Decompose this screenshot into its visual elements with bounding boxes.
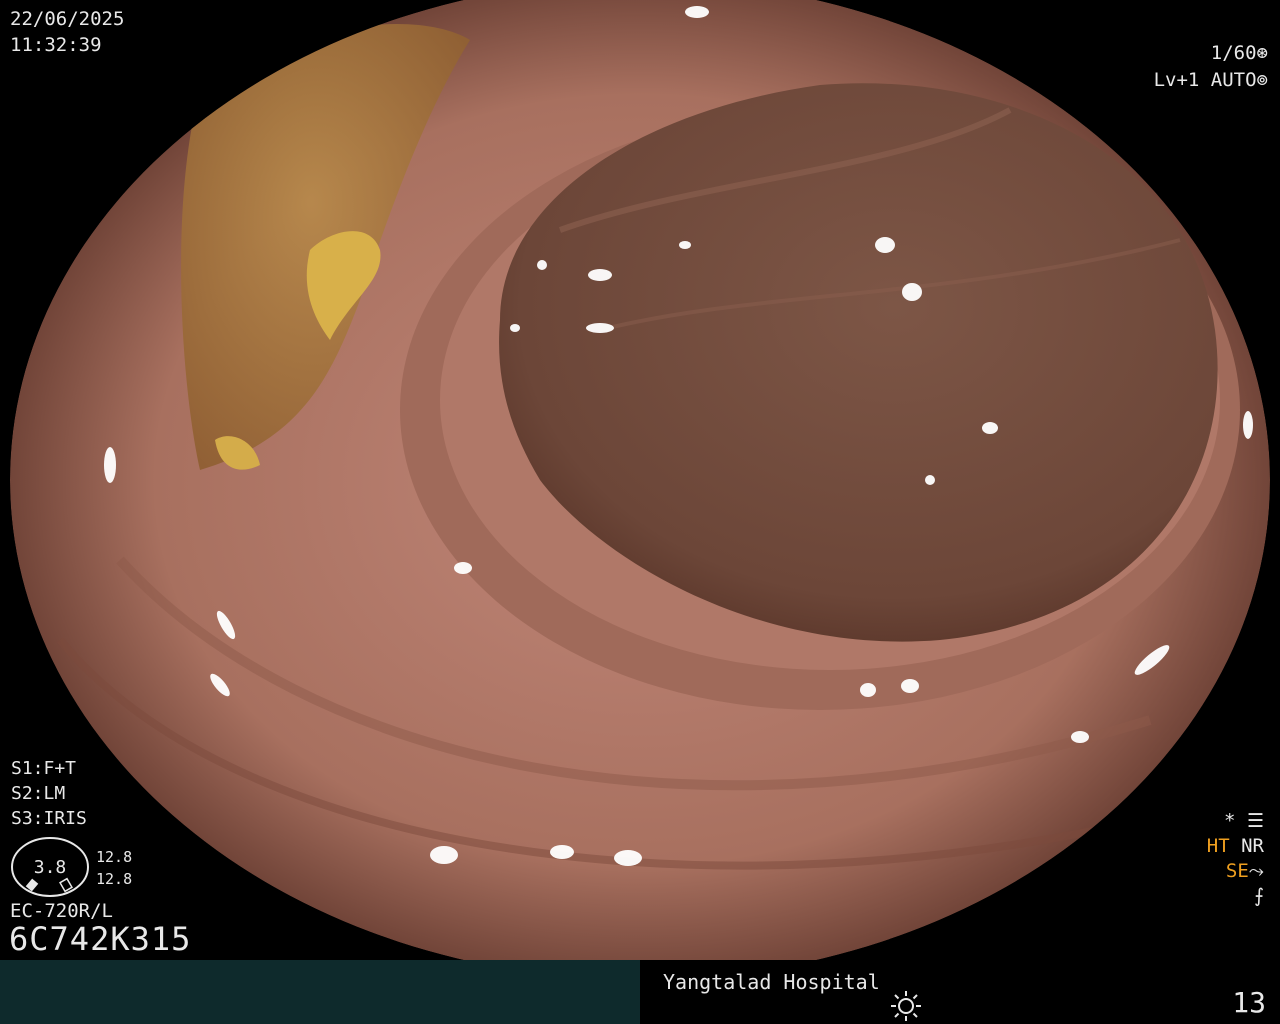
image-counter: 13 bbox=[1232, 986, 1266, 1019]
date-label: 22/06/2025 bbox=[10, 8, 125, 30]
level-label: Lv+1 AUTO⊚ bbox=[1154, 69, 1268, 91]
endoscopy-image bbox=[0, 0, 1280, 960]
footer-left-panel bbox=[0, 960, 640, 1024]
se-indicator: SE⤳ bbox=[1226, 860, 1264, 882]
gauge-top-value: 12.8 bbox=[96, 848, 133, 866]
freeze-icon: ⨍ bbox=[1254, 885, 1264, 907]
star-indicator: * ☰ bbox=[1224, 810, 1264, 832]
hospital-name: Yangtalad Hospital bbox=[663, 970, 880, 994]
star-text: * bbox=[1224, 810, 1236, 832]
sun-icon bbox=[891, 991, 921, 1021]
settings-icon: ☰ bbox=[1246, 810, 1264, 832]
iris-icon: ⊚ bbox=[1256, 69, 1268, 91]
s1-setting: S1:F+T bbox=[11, 758, 77, 779]
level-value: Lv+1 bbox=[1153, 69, 1200, 91]
time-label: 11:32:39 bbox=[10, 34, 102, 56]
nr-label: NR bbox=[1241, 835, 1264, 857]
aperture-icon: ⊛ bbox=[1256, 42, 1268, 64]
gauge-value: 3.8 bbox=[34, 857, 67, 878]
se-label: SE bbox=[1225, 860, 1249, 882]
curve-icon: ⤳ bbox=[1248, 860, 1264, 882]
scope-serial: 6C742K315 bbox=[9, 920, 192, 958]
s2-setting: S2:LM bbox=[11, 783, 66, 804]
shutter-value: 1/60 bbox=[1210, 42, 1257, 64]
zoom-gauge-icon: 3.8 bbox=[11, 837, 89, 897]
ht-nr-indicator: HT NR bbox=[1207, 835, 1264, 857]
shutter-label: 1/60⊛ bbox=[1211, 42, 1268, 64]
ht-label: HT bbox=[1206, 835, 1230, 857]
gauge-bottom-value: 12.8 bbox=[96, 870, 133, 888]
mode-value: AUTO bbox=[1210, 69, 1257, 91]
scope-model: EC-720R/L bbox=[10, 900, 113, 922]
s3-setting: S3:IRIS bbox=[11, 808, 87, 829]
